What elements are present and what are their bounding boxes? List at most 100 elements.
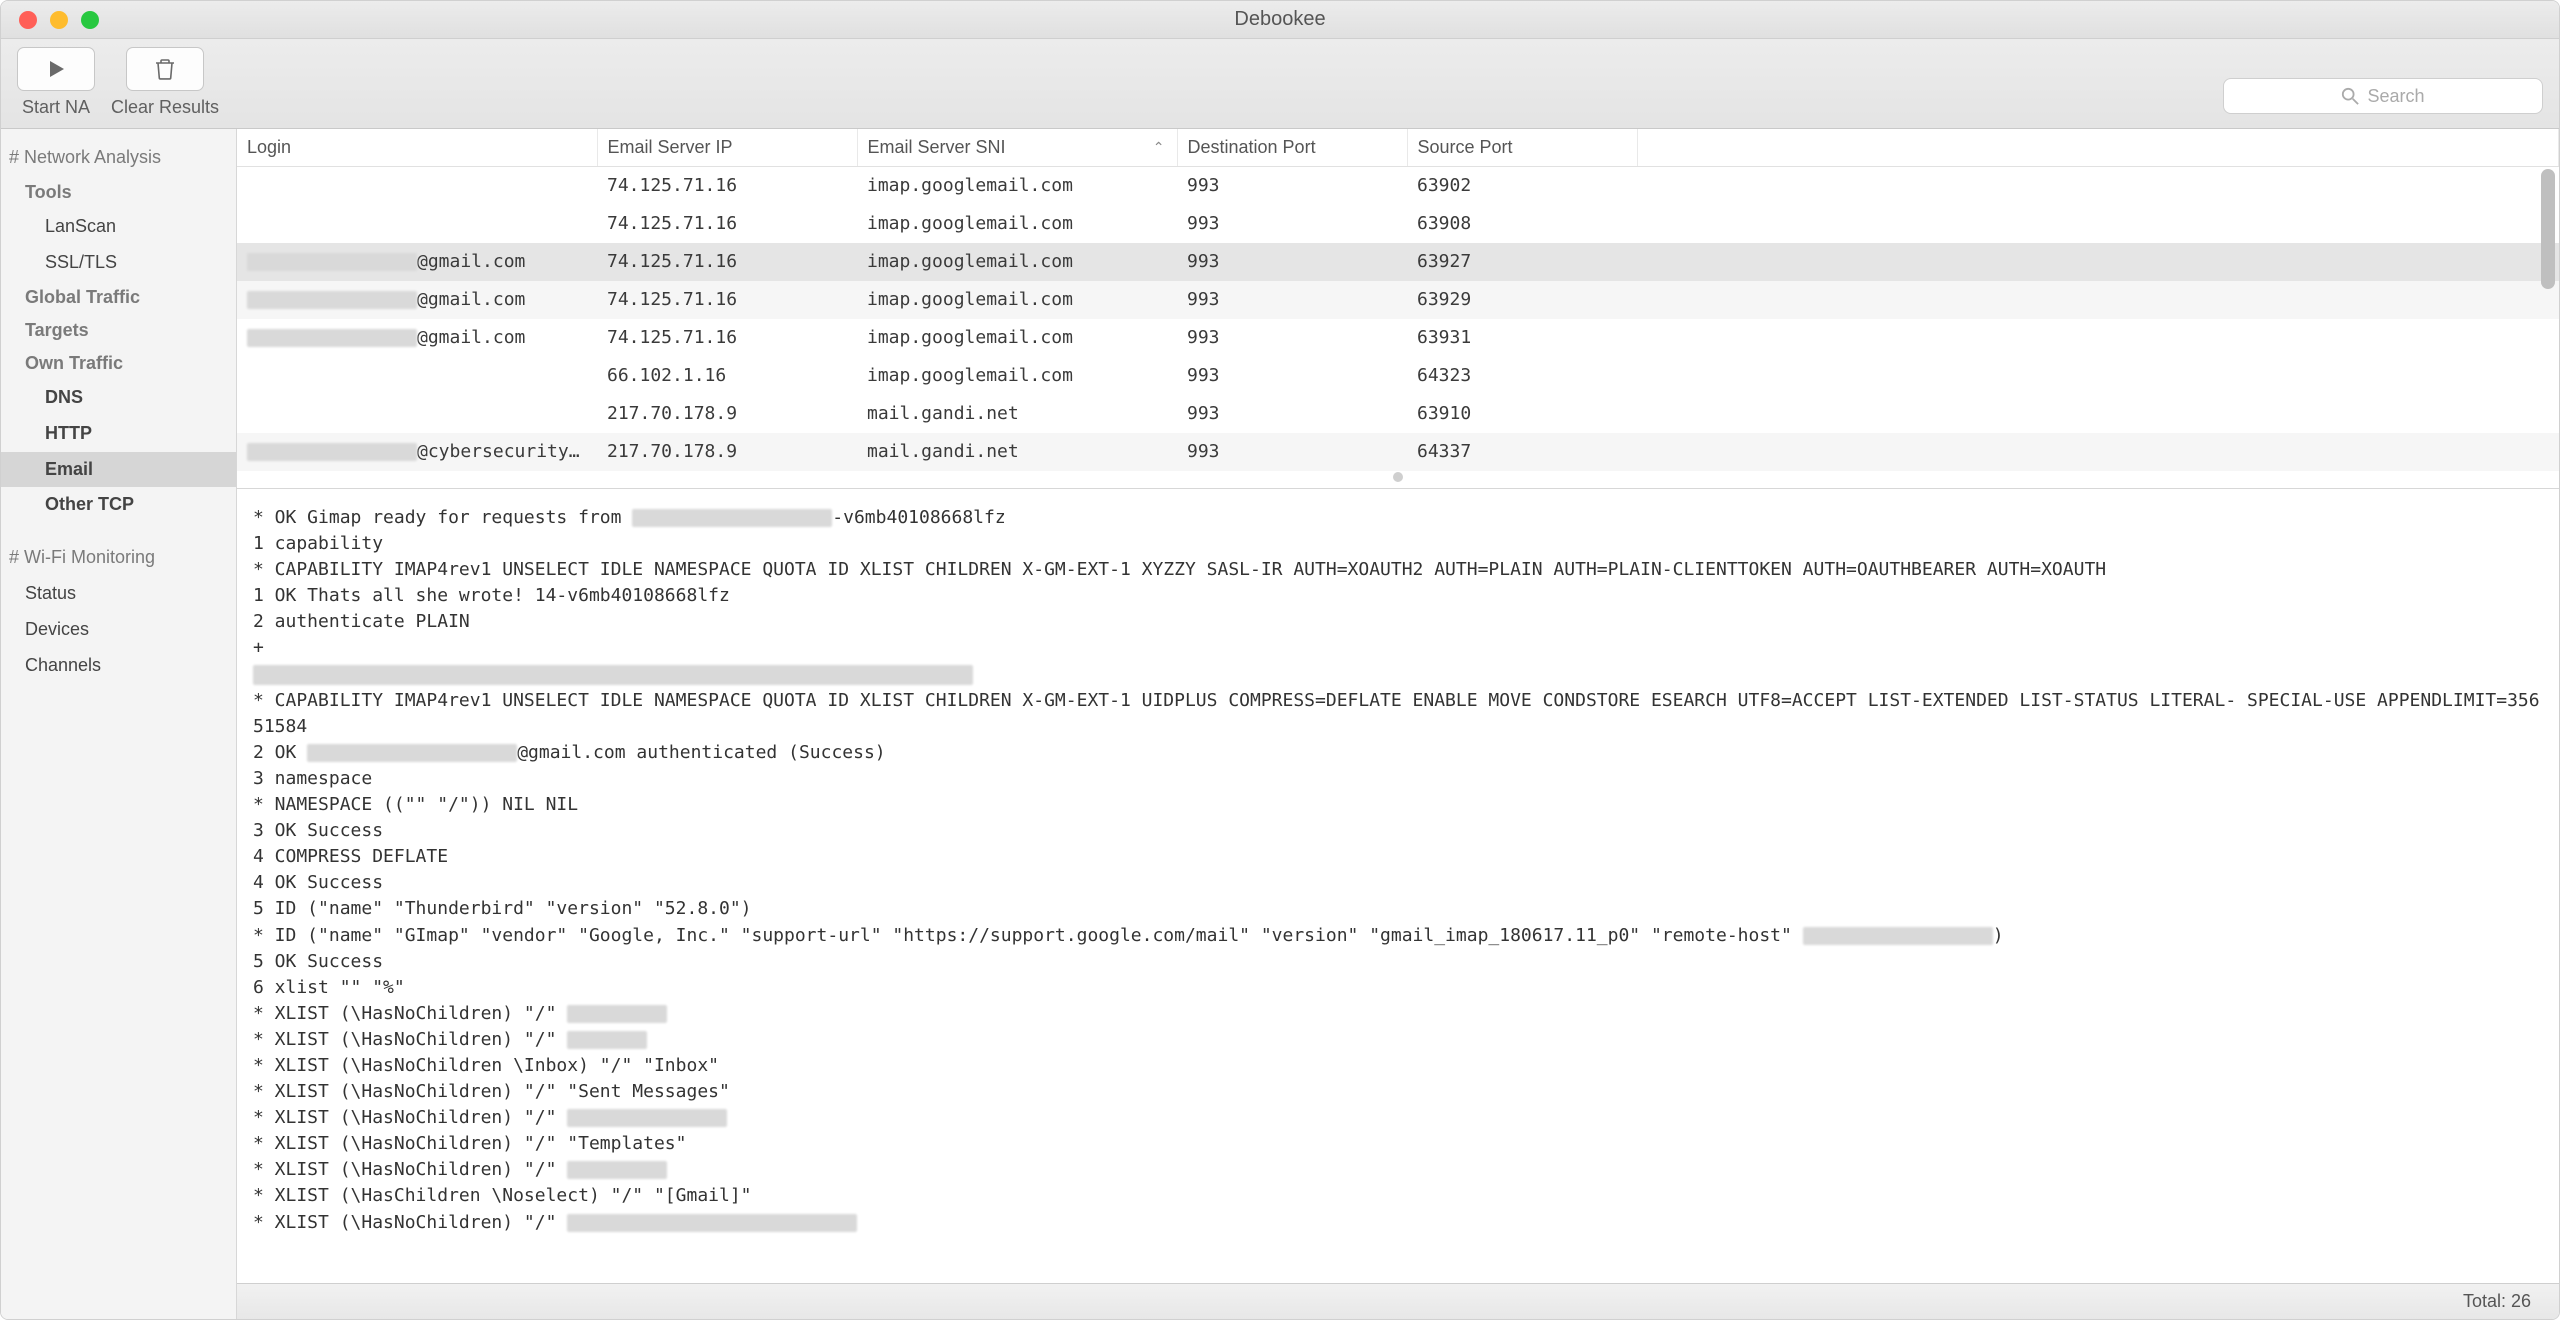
cell-login: @cybersecurityallia… — [237, 433, 597, 471]
cell-dport: 993 — [1177, 243, 1407, 281]
cell-ip: 217.70.178.9 — [597, 395, 857, 433]
sidebar-item-status[interactable]: Status — [1, 576, 236, 612]
col-src-port[interactable]: Source Port — [1407, 129, 1637, 167]
cell-sni: imap.googlemail.com — [857, 319, 1177, 357]
sidebar-item-devices[interactable]: Devices — [1, 612, 236, 648]
cell-sport: 63910 — [1407, 395, 1637, 433]
sidebar-item-email[interactable]: Email — [1, 452, 236, 488]
table-row[interactable]: 74.125.71.16imap.googlemail.com99363902 — [237, 167, 2559, 205]
splitter-handle-icon[interactable] — [1393, 472, 1403, 482]
cell-dport: 993 — [1177, 433, 1407, 471]
table-body: 74.125.71.16imap.googlemail.com993639027… — [237, 167, 2559, 471]
col-login[interactable]: Login — [237, 129, 597, 167]
email-table: Login Email Server IP Email Server SNI⌃ … — [237, 129, 2559, 489]
table-row[interactable]: 66.102.1.16imap.googlemail.com99364323 — [237, 357, 2559, 395]
redacted-folder — [567, 1161, 667, 1179]
col-server-sni[interactable]: Email Server SNI⌃ — [857, 129, 1177, 167]
play-icon — [46, 59, 66, 79]
clear-results-label: Clear Results — [111, 97, 219, 118]
table-row[interactable]: @gmail.com74.125.71.16imap.googlemail.co… — [237, 243, 2559, 281]
sidebar-section-global[interactable]: Global Traffic — [1, 281, 236, 314]
cell-sport: 63908 — [1407, 205, 1637, 243]
cell-dport: 993 — [1177, 395, 1407, 433]
redacted-login — [247, 291, 417, 309]
cell-login — [237, 167, 597, 205]
col-spacer — [1637, 129, 2559, 167]
cell-login: @gmail.com — [237, 319, 597, 357]
cell-sport: 63929 — [1407, 281, 1637, 319]
sidebar-item-http[interactable]: HTTP — [1, 416, 236, 452]
redacted-host — [1803, 927, 1993, 945]
cell-sport: 64323 — [1407, 357, 1637, 395]
cell-login — [237, 395, 597, 433]
imap-detail-pane[interactable]: * OK Gimap ready for requests from -v6mb… — [237, 489, 2559, 1283]
cell-login: @gmail.com — [237, 243, 597, 281]
cell-ip: 66.102.1.16 — [597, 357, 857, 395]
sidebar-item-othertcp[interactable]: Other TCP — [1, 487, 236, 523]
titlebar: Debookee — [1, 1, 2559, 39]
table-row[interactable]: 74.125.71.16imap.googlemail.com99363908 — [237, 205, 2559, 243]
cell-sni: imap.googlemail.com — [857, 281, 1177, 319]
table-header-row: Login Email Server IP Email Server SNI⌃ … — [237, 129, 2559, 167]
cell-sport: 63927 — [1407, 243, 1637, 281]
trash-icon — [155, 58, 175, 80]
start-na-button[interactable] — [17, 47, 95, 91]
sidebar-item-dns[interactable]: DNS — [1, 380, 236, 416]
cell-login: @gmail.com — [237, 281, 597, 319]
redacted-login — [247, 329, 417, 347]
cell-sni: mail.gandi.net — [857, 395, 1177, 433]
col-dest-port[interactable]: Destination Port — [1177, 129, 1407, 167]
cell-sni: imap.googlemail.com — [857, 243, 1177, 281]
redacted-user — [307, 744, 517, 762]
cell-sport: 63931 — [1407, 319, 1637, 357]
sidebar-section-tools[interactable]: Tools — [1, 176, 236, 209]
sidebar-item-channels[interactable]: Channels — [1, 648, 236, 684]
cell-sni: mail.gandi.net — [857, 433, 1177, 471]
scrollbar-thumb[interactable] — [2541, 169, 2555, 289]
toolbar-start-group: Start NA — [17, 47, 95, 118]
toolbar: Start NA Clear Results Search — [1, 39, 2559, 129]
table-row[interactable]: @cybersecurityallia…217.70.178.9mail.gan… — [237, 433, 2559, 471]
clear-results-button[interactable] — [126, 47, 204, 91]
cell-login — [237, 205, 597, 243]
cell-ip: 74.125.71.16 — [597, 205, 857, 243]
sidebar-section-own[interactable]: Own Traffic — [1, 347, 236, 380]
status-total: Total: 26 — [2463, 1291, 2531, 1312]
redacted-folder — [567, 1005, 667, 1023]
sidebar: # Network Analysis Tools LanScan SSL/TLS… — [1, 129, 237, 1319]
sidebar-item-lanscan[interactable]: LanScan — [1, 209, 236, 245]
cell-ip: 74.125.71.16 — [597, 167, 857, 205]
col-server-ip[interactable]: Email Server IP — [597, 129, 857, 167]
cell-sport: 64337 — [1407, 433, 1637, 471]
cell-dport: 993 — [1177, 281, 1407, 319]
redacted-folder — [567, 1109, 727, 1127]
cell-ip: 74.125.71.16 — [597, 243, 857, 281]
window-title: Debookee — [1, 8, 2559, 31]
sidebar-head-wifi: # Wi-Fi Monitoring — [1, 537, 236, 576]
redacted-login — [247, 253, 417, 271]
search-input[interactable]: Search — [2223, 78, 2543, 114]
table-row[interactable]: @gmail.com74.125.71.16imap.googlemail.co… — [237, 319, 2559, 357]
cell-dport: 993 — [1177, 205, 1407, 243]
cell-login — [237, 357, 597, 395]
redacted-ip — [632, 509, 832, 527]
content-body: # Network Analysis Tools LanScan SSL/TLS… — [1, 129, 2559, 1319]
table-scrollbar[interactable] — [2541, 169, 2555, 480]
cell-sni: imap.googlemail.com — [857, 205, 1177, 243]
sidebar-section-targets[interactable]: Targets — [1, 314, 236, 347]
search-icon — [2341, 87, 2359, 105]
redacted-auth — [253, 665, 973, 685]
start-na-label: Start NA — [22, 97, 90, 118]
cell-dport: 993 — [1177, 319, 1407, 357]
sidebar-head-na: # Network Analysis — [1, 137, 236, 176]
table-row[interactable]: 217.70.178.9mail.gandi.net99363910 — [237, 395, 2559, 433]
sidebar-item-ssltls[interactable]: SSL/TLS — [1, 245, 236, 281]
redacted-folder — [567, 1214, 857, 1232]
table-row[interactable]: @gmail.com74.125.71.16imap.googlemail.co… — [237, 281, 2559, 319]
toolbar-clear-group: Clear Results — [111, 47, 219, 118]
cell-sport: 63902 — [1407, 167, 1637, 205]
redacted-login — [247, 443, 417, 461]
status-bar: Total: 26 — [237, 1283, 2559, 1319]
search-placeholder: Search — [2367, 86, 2424, 107]
cell-ip: 74.125.71.16 — [597, 319, 857, 357]
